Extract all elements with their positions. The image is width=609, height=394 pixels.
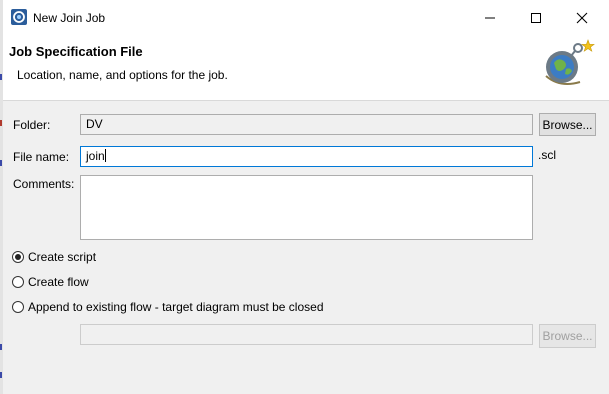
comments-label: Comments:: [13, 177, 75, 191]
filename-suffix: .scl: [538, 148, 556, 162]
minimize-icon: [485, 17, 495, 19]
filename-value: join: [86, 149, 105, 163]
append-flow-field[interactable]: [80, 324, 533, 345]
wizard-banner: Job Specification File Location, name, a…: [3, 36, 609, 101]
background-fragment: [0, 344, 2, 350]
append-flow-radio[interactable]: [12, 301, 24, 313]
comments-field[interactable]: [80, 175, 533, 240]
wizard-globe-icon: [545, 39, 595, 85]
create-script-option[interactable]: Create script: [12, 250, 96, 264]
banner-description: Location, name, and options for the job.: [17, 68, 228, 82]
create-script-label: Create script: [28, 250, 97, 264]
maximize-button[interactable]: [513, 0, 559, 36]
filename-label: File name:: [13, 150, 70, 164]
window-title: New Join Job: [33, 11, 106, 25]
folder-browse-button[interactable]: Browse...: [539, 113, 596, 136]
maximize-icon: [531, 13, 541, 23]
background-fragment: [0, 74, 2, 80]
app-icon: [11, 9, 27, 25]
close-button[interactable]: [559, 0, 605, 36]
append-flow-option[interactable]: Append to existing flow - target diagram…: [12, 300, 324, 314]
background-fragment: [0, 372, 2, 378]
append-flow-label: Append to existing flow - target diagram…: [28, 300, 324, 314]
wizard-page: Folder: DV Browse... File name: join .sc…: [3, 101, 609, 394]
background-fragment: [0, 160, 2, 166]
title-bar[interactable]: New Join Job: [3, 0, 609, 36]
create-flow-option[interactable]: Create flow: [12, 275, 89, 289]
create-flow-label: Create flow: [28, 275, 89, 289]
filename-field[interactable]: join: [80, 146, 533, 167]
background-fragment: [0, 120, 2, 126]
folder-label: Folder:: [13, 118, 51, 132]
radio-selected-dot: [15, 254, 21, 260]
minimize-button[interactable]: [467, 0, 513, 36]
create-flow-radio[interactable]: [12, 276, 24, 288]
banner-title: Job Specification File: [9, 44, 143, 59]
text-caret: [104, 149, 106, 162]
folder-field[interactable]: DV: [80, 114, 533, 135]
close-icon: [576, 12, 588, 24]
create-script-radio[interactable]: [12, 251, 24, 263]
append-browse-button[interactable]: Browse...: [539, 324, 596, 348]
